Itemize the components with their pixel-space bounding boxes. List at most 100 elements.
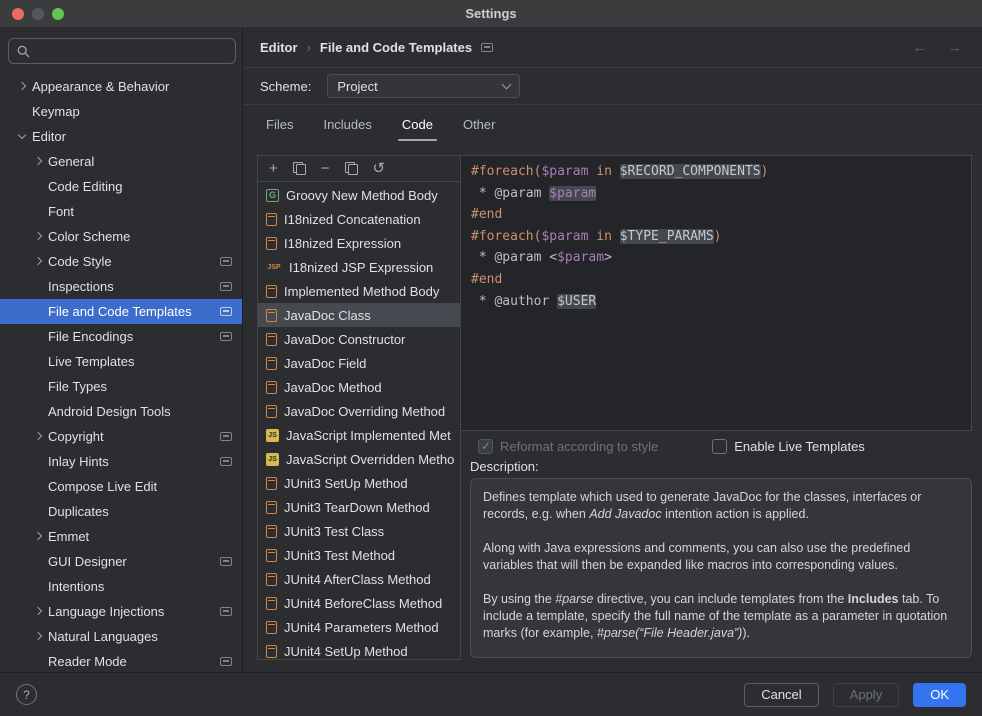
js-template-icon: JS [266, 453, 279, 466]
sidebar-item-android-design-tools[interactable]: Android Design Tools [0, 399, 242, 424]
screen-icon [220, 257, 232, 266]
sidebar-item-intentions[interactable]: Intentions [0, 574, 242, 599]
sidebar-item-live-templates[interactable]: Live Templates [0, 349, 242, 374]
chevron-right-icon[interactable] [18, 81, 26, 89]
chevron-right-icon[interactable] [34, 431, 42, 439]
sidebar-item-code-style[interactable]: Code Style [0, 249, 242, 274]
template-item-javadoc-field[interactable]: JavaDoc Field [258, 351, 460, 375]
chevron-down-icon[interactable] [18, 130, 26, 138]
zoom-window-button[interactable] [52, 8, 64, 20]
scheme-selected-value: Project [337, 79, 377, 94]
sidebar-item-keymap[interactable]: Keymap [0, 99, 242, 124]
add-icon[interactable]: + [269, 161, 278, 176]
template-item-javadoc-overriding-method[interactable]: JavaDoc Overriding Method [258, 399, 460, 423]
temp-template-icon [266, 405, 277, 418]
sidebar-item-editor[interactable]: Editor [0, 124, 242, 149]
sidebar-item-reader-mode[interactable]: Reader Mode [0, 649, 242, 672]
template-item-i18nized-expression[interactable]: I18nized Expression [258, 231, 460, 255]
template-item-javascript-implemented-met[interactable]: JSJavaScript Implemented Met [258, 423, 460, 447]
sidebar-item-file-types[interactable]: File Types [0, 374, 242, 399]
chevron-right-icon[interactable] [34, 631, 42, 639]
reformat-checkbox-label: Reformat according to style [500, 439, 658, 454]
tab-code[interactable]: Code [402, 105, 433, 143]
breadcrumb: Editor › File and Code Templates ← → [244, 28, 982, 68]
screen-icon [220, 657, 232, 666]
sidebar-item-label: Keymap [32, 104, 80, 119]
search-input[interactable] [8, 38, 236, 64]
forward-arrow-icon[interactable]: → [947, 39, 962, 56]
chevron-right-icon[interactable] [34, 531, 42, 539]
code-line: #end [471, 269, 961, 291]
chevron-right-icon[interactable] [34, 231, 42, 239]
sidebar-item-appearance-behavior[interactable]: Appearance & Behavior [0, 74, 242, 99]
sidebar-item-label: Reader Mode [48, 654, 127, 669]
scheme-select[interactable]: Project [327, 74, 520, 98]
sidebar-item-file-and-code-templates[interactable]: File and Code Templates [0, 299, 242, 324]
tab-includes[interactable]: Includes [323, 105, 371, 143]
chevron-right-icon[interactable] [34, 606, 42, 614]
chevron-right-icon[interactable] [34, 156, 42, 164]
scheme-row: Scheme: Project [244, 68, 982, 105]
sidebar-item-font[interactable]: Font [0, 199, 242, 224]
template-item-groovy-new-method-body[interactable]: GGroovy New Method Body [258, 183, 460, 207]
template-item-junit3-teardown-method[interactable]: JUnit3 TearDown Method [258, 495, 460, 519]
tab-files[interactable]: Files [266, 105, 293, 143]
cancel-button[interactable]: Cancel [744, 683, 818, 707]
sidebar-item-label: Natural Languages [48, 629, 158, 644]
template-item-javadoc-constructor[interactable]: JavaDoc Constructor [258, 327, 460, 351]
template-item-implemented-method-body[interactable]: Implemented Method Body [258, 279, 460, 303]
template-item-i18nized-jsp-expression[interactable]: JSPI18nized JSP Expression [258, 255, 460, 279]
sidebar-item-file-encodings[interactable]: File Encodings [0, 324, 242, 349]
back-arrow-icon[interactable]: ← [912, 39, 927, 56]
temp-template-icon [266, 237, 277, 250]
template-list: GGroovy New Method Body I18nized Concaten… [258, 183, 460, 659]
sidebar-item-inlay-hints[interactable]: Inlay Hints [0, 449, 242, 474]
breadcrumb-editor[interactable]: Editor [260, 40, 298, 55]
template-item-i18nized-concatenation[interactable]: I18nized Concatenation [258, 207, 460, 231]
sidebar-item-natural-languages[interactable]: Natural Languages [0, 624, 242, 649]
chevron-down-icon [502, 80, 512, 90]
code-line: * @author $USER [471, 291, 961, 313]
temp-template-icon [266, 333, 277, 346]
sidebar-item-code-editing[interactable]: Code Editing [0, 174, 242, 199]
sidebar-item-label: Live Templates [48, 354, 134, 369]
temp-template-icon [266, 357, 277, 370]
reset-to-default-icon[interactable]: ↺ [373, 161, 386, 176]
close-window-button[interactable] [12, 8, 24, 20]
template-item-junit4-parameters-method[interactable]: JUnit4 Parameters Method [258, 615, 460, 639]
ok-button[interactable]: OK [913, 683, 966, 707]
template-item-junit3-setup-method[interactable]: JUnit3 SetUp Method [258, 471, 460, 495]
sidebar-item-compose-live-edit[interactable]: Compose Live Edit [0, 474, 242, 499]
template-item-label: Groovy New Method Body [286, 188, 438, 203]
template-item-junit3-test-method[interactable]: JUnit3 Test Method [258, 543, 460, 567]
template-item-javadoc-method[interactable]: JavaDoc Method [258, 375, 460, 399]
sidebar-item-duplicates[interactable]: Duplicates [0, 499, 242, 524]
template-item-junit4-setup-method[interactable]: JUnit4 SetUp Method [258, 639, 460, 659]
sidebar-item-inspections[interactable]: Inspections [0, 274, 242, 299]
sidebar-item-gui-designer[interactable]: GUI Designer [0, 549, 242, 574]
template-editor[interactable]: #foreach($param in $RECORD_COMPONENTS) *… [460, 155, 972, 431]
sidebar-item-color-scheme[interactable]: Color Scheme [0, 224, 242, 249]
create-from-selected-icon[interactable] [293, 162, 306, 175]
template-item-junit3-test-class[interactable]: JUnit3 Test Class [258, 519, 460, 543]
sidebar-item-emmet[interactable]: Emmet [0, 524, 242, 549]
sidebar-item-language-injections[interactable]: Language Injections [0, 599, 242, 624]
enable-live-templates-label: Enable Live Templates [734, 439, 865, 454]
template-item-label: I18nized Concatenation [284, 212, 421, 227]
temp-template-icon [266, 309, 277, 322]
copy-template-icon[interactable] [345, 162, 358, 175]
template-item-javascript-overridden-metho[interactable]: JSJavaScript Overridden Metho [258, 447, 460, 471]
screen-icon [220, 332, 232, 341]
help-button[interactable]: ? [16, 684, 37, 705]
template-item-javadoc-class[interactable]: JavaDoc Class [258, 303, 460, 327]
screen-icon [481, 43, 493, 52]
apply-button: Apply [833, 683, 900, 707]
template-item-junit4-beforeclass-method[interactable]: JUnit4 BeforeClass Method [258, 591, 460, 615]
template-item-junit4-afterclass-method[interactable]: JUnit4 AfterClass Method [258, 567, 460, 591]
tab-other[interactable]: Other [463, 105, 496, 143]
sidebar-item-copyright[interactable]: Copyright [0, 424, 242, 449]
remove-icon[interactable]: − [321, 161, 330, 176]
enable-live-templates-checkbox[interactable] [712, 439, 727, 454]
sidebar-item-general[interactable]: General [0, 149, 242, 174]
chevron-right-icon[interactable] [34, 256, 42, 264]
